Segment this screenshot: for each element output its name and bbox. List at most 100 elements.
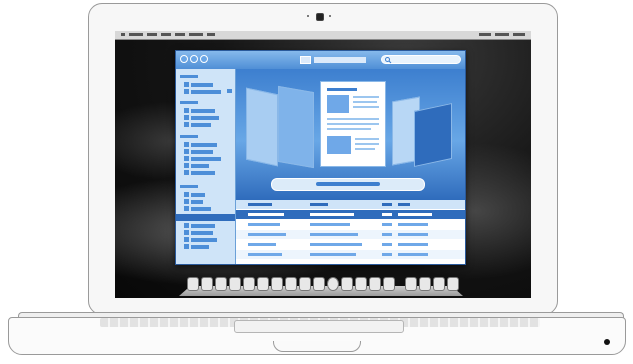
sidebar-item[interactable] [191,143,217,147]
sidebar-item[interactable] [191,116,219,120]
sidebar-item[interactable] [191,245,209,249]
folder-icon[interactable] [184,149,189,154]
cover-flow-view[interactable] [236,69,465,200]
app-icon[interactable] [313,277,325,291]
sidebar-item[interactable] [191,171,215,175]
sidebar-item[interactable] [191,193,205,197]
clock-menu-item[interactable] [495,33,509,36]
sidebar-item[interactable] [191,83,213,87]
app-icon[interactable] [257,277,269,291]
search-folder-icon[interactable] [184,192,189,197]
folder-icon[interactable] [184,156,189,161]
table-row[interactable] [236,220,465,229]
app-icon[interactable] [355,277,367,291]
app-icon[interactable] [341,277,353,291]
cover-flow-item[interactable] [278,85,314,169]
search-input[interactable] [381,55,461,64]
sidebar-item[interactable] [191,238,217,242]
app-icon[interactable] [369,277,381,291]
search-folder-icon[interactable] [184,223,189,228]
sidebar-item[interactable] [191,109,215,113]
app-icon[interactable] [229,277,241,291]
table-row-selected[interactable] [236,210,465,219]
trackpad [234,320,404,333]
folder-icon[interactable] [184,170,189,175]
menu-item[interactable] [207,33,215,36]
search-folder-icon[interactable] [184,206,189,211]
sidebar-section-header [180,135,198,138]
window-titlebar [176,51,465,69]
lid-notch [273,341,361,352]
close-icon[interactable] [180,55,188,63]
app-icon[interactable] [419,277,431,291]
sidebar-section-header [180,101,198,104]
file-list [236,200,465,264]
app-icon[interactable] [405,277,417,291]
window-title [314,57,366,63]
sidebar-item[interactable] [191,200,203,204]
computer-icon[interactable] [184,108,189,113]
sidebar-item[interactable] [191,164,209,168]
menu-item[interactable] [161,33,171,36]
table-row[interactable] [236,230,465,239]
app-icon[interactable] [201,277,213,291]
menu-item[interactable] [129,33,143,36]
app-icon[interactable] [215,277,227,291]
app-icon[interactable] [285,277,297,291]
cover-flow-item[interactable] [414,102,452,168]
menu-bar [115,31,531,40]
menu-item[interactable] [189,33,203,36]
sidebar-item[interactable] [191,207,211,211]
sidebar-item[interactable] [191,231,213,235]
screen [115,31,531,298]
computer-icon[interactable] [184,115,189,120]
list-header[interactable] [236,200,465,209]
sidebar-item[interactable] [191,123,211,127]
cover-flow-scrollbar[interactable] [271,178,425,191]
eject-icon[interactable] [227,89,232,93]
dock [179,276,463,296]
sidebar-item[interactable] [191,157,221,161]
search-folder-icon[interactable] [184,230,189,235]
search-folder-icon[interactable] [184,237,189,242]
sleep-indicator-icon [604,339,610,345]
cover-flow-item[interactable] [246,87,278,167]
apple-menu-icon[interactable] [121,33,125,36]
app-icon[interactable] [383,277,395,291]
sidebar-section-header [180,75,198,78]
trash-icon[interactable] [447,277,459,291]
folder-icon[interactable] [184,163,189,168]
sidebar-item-selected[interactable] [176,214,235,221]
menu-item[interactable] [175,33,185,36]
scrollbar-thumb[interactable] [316,182,380,186]
table-row[interactable] [236,240,465,249]
status-menu-icon[interactable] [479,33,491,36]
app-icon[interactable] [271,277,283,291]
sidebar-item[interactable] [191,150,213,154]
sidebar-item[interactable] [191,224,215,228]
mic-dot [307,15,309,17]
camera-icon [316,13,324,21]
search-folder-icon[interactable] [184,244,189,249]
zoom-icon[interactable] [200,55,208,63]
drive-icon[interactable] [184,89,189,94]
app-icon[interactable] [243,277,255,291]
folder-icon [300,56,311,64]
minimize-icon[interactable] [190,55,198,63]
search-folder-icon[interactable] [184,199,189,204]
app-icon[interactable] [327,277,339,291]
menu-item[interactable] [147,33,157,36]
app-icon[interactable] [299,277,311,291]
drive-icon[interactable] [184,82,189,87]
search-icon [385,57,392,64]
cover-flow-selected-item[interactable] [320,81,386,167]
app-icon[interactable] [433,277,445,291]
sidebar-item[interactable] [191,90,221,94]
finder-window [175,50,466,265]
sensor-dot [329,15,331,17]
computer-icon[interactable] [184,122,189,127]
spotlight-icon[interactable] [513,33,525,36]
table-row[interactable] [236,250,465,259]
folder-icon[interactable] [184,142,189,147]
finder-icon[interactable] [187,277,199,291]
